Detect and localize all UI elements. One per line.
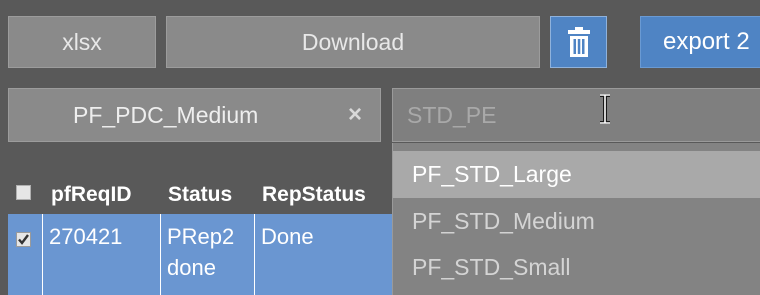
export-button[interactable]: export 2 (640, 16, 760, 68)
select-all-checkbox[interactable] (16, 185, 31, 200)
report-panel: xlsx Download export 2 PF_PDC_Medium × S… (0, 0, 760, 295)
remove-tag-icon[interactable]: × (348, 89, 362, 141)
delete-button[interactable] (550, 16, 607, 68)
text-cursor-icon (600, 94, 610, 124)
column-header-status[interactable]: Status (168, 178, 232, 212)
status-value-line2: done (167, 255, 216, 280)
pfreqid-value: 270421 (49, 224, 123, 249)
dropdown-option[interactable]: PF_STD_Small (393, 244, 760, 291)
selected-filter-tag[interactable]: PF_PDC_Medium × (8, 88, 381, 142)
cell-repstatus: Done (254, 214, 392, 295)
status-value-line1: PRep2 (167, 224, 235, 249)
table-header-row: pfReqID Status RepStatus (8, 178, 392, 212)
column-header-repstatus[interactable]: RepStatus (262, 178, 366, 212)
filter-search-text: STD_PE (407, 102, 497, 128)
xlsx-button[interactable]: xlsx (8, 16, 156, 68)
row-checkbox[interactable] (16, 232, 31, 247)
filter-tag-label: PF_PDC_Medium (73, 102, 259, 128)
xlsx-button-label: xlsx (62, 28, 102, 55)
trash-icon (567, 27, 590, 57)
dropdown-option[interactable]: PF_STD_Medium (393, 198, 760, 245)
column-header-pfreqid[interactable]: pfReqID (51, 178, 132, 212)
export-button-label: export 2 (663, 28, 750, 55)
filter-search-input[interactable]: STD_PE (392, 88, 760, 142)
table-row[interactable]: 270421 PRep2 done Done (8, 214, 392, 295)
filter-dropdown-list: PF_STD_Large PF_STD_Medium PF_STD_Small (392, 143, 760, 295)
dropdown-option[interactable]: PF_STD_Large (393, 151, 760, 198)
repstatus-value: Done (261, 224, 314, 249)
download-button-label: Download (301, 28, 405, 55)
cell-pfreqid: 270421 (42, 214, 160, 295)
row-checkbox-cell (8, 214, 42, 295)
download-button[interactable]: Download (166, 16, 540, 68)
cell-status: PRep2 done (160, 214, 254, 295)
